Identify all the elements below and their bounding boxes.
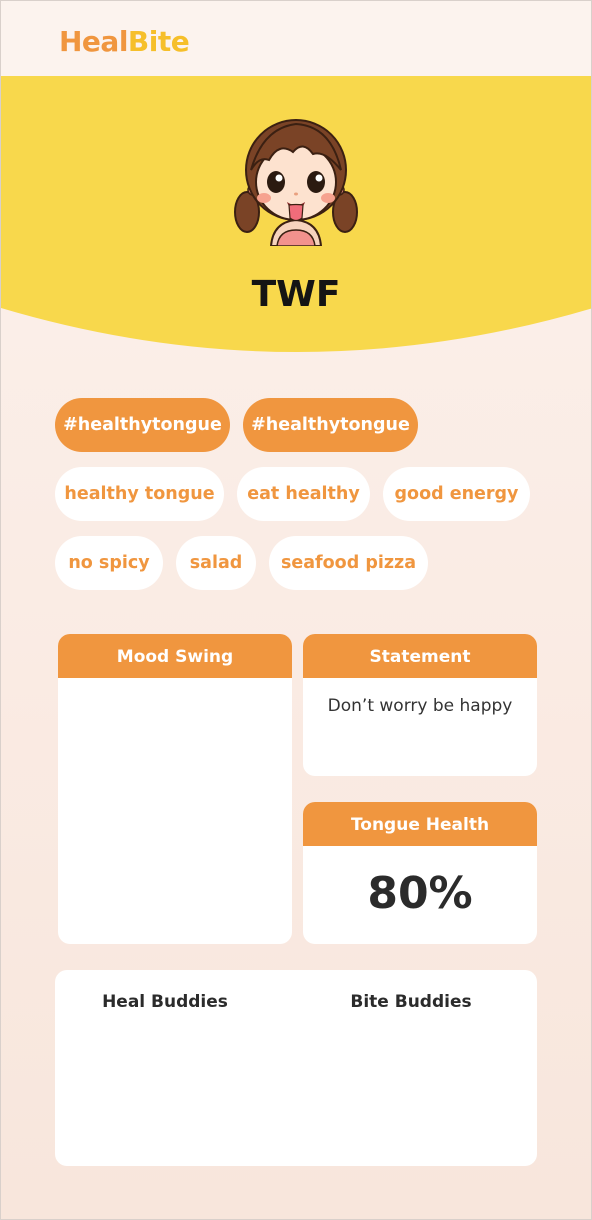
mood-swing-title: Mood Swing [58, 634, 292, 678]
tag-chip[interactable]: salad [176, 536, 256, 590]
tag-chip[interactable]: good energy [383, 467, 530, 521]
profile-name: TWF [251, 274, 341, 315]
tag-chip[interactable]: seafood pizza [269, 536, 428, 590]
hashtag-chip[interactable]: #healthytongue [55, 398, 230, 452]
tag-chip[interactable]: eat healthy [237, 467, 370, 521]
tag-chip[interactable]: healthy tongue [55, 467, 224, 521]
app-logo[interactable]: HealBite [59, 25, 190, 58]
tag-chip[interactable]: no spicy [55, 536, 163, 590]
tongue-health-card: Tongue Health 80% [303, 802, 537, 944]
logo-bite-text: Bite [127, 25, 190, 58]
heal-buddies-label[interactable]: Heal Buddies [85, 992, 245, 1012]
girl-tongue-avatar-icon[interactable] [233, 114, 359, 246]
app-frame: HealBite TWF #healthytongue #healthytong… [0, 0, 592, 1220]
tongue-health-value: 80% [367, 868, 473, 919]
bite-buddies-label[interactable]: Bite Buddies [331, 992, 491, 1012]
statement-title: Statement [303, 634, 537, 678]
profile-hero: TWF [1, 76, 591, 356]
statement-card: Statement Don’t worry be happy [303, 634, 537, 776]
logo-heal-text: Heal [59, 25, 128, 58]
tongue-health-title: Tongue Health [303, 802, 537, 846]
hashtag-chip[interactable]: #healthytongue [243, 398, 418, 452]
statement-text: Don’t worry be happy [327, 696, 513, 716]
mood-swing-card: Mood Swing [58, 634, 292, 944]
buddies-card: Heal Buddies Bite Buddies [55, 970, 537, 1166]
top-bar: HealBite [1, 1, 591, 76]
